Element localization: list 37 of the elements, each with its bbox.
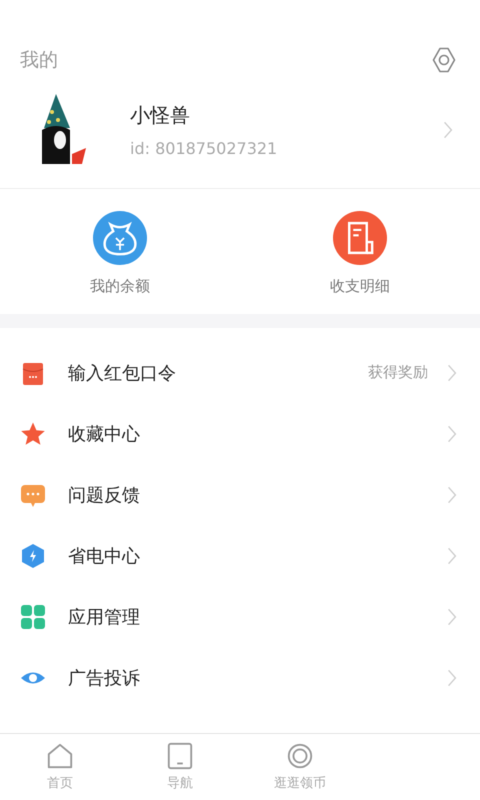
four-squares-icon [20, 604, 46, 630]
tablet-icon [166, 742, 194, 770]
user-id: id: 801875027321 [130, 139, 278, 158]
menu-item[interactable]: 问题反馈 [0, 464, 480, 525]
money-bag-icon[interactable] [93, 211, 147, 265]
action-label[interactable]: 我的余额 [90, 277, 150, 296]
menu-label: 省电中心 [68, 544, 141, 568]
chevron-right-icon [446, 484, 458, 504]
chevron-right-icon [446, 606, 458, 626]
menu-item[interactable]: 广告投诉 [0, 647, 480, 708]
chevron-right-icon [446, 362, 458, 382]
star-icon [20, 420, 46, 446]
settings-icon[interactable] [430, 46, 458, 74]
tab-label: 首页 [47, 775, 73, 792]
chevron-right-icon [446, 668, 458, 688]
chevron-right-icon [446, 424, 458, 444]
action-label[interactable]: 收支明细 [330, 277, 390, 296]
tab-label: 导航 [167, 775, 193, 792]
menu-label: 广告投诉 [68, 666, 141, 690]
user-name: 小怪兽 [130, 102, 191, 129]
menu-item[interactable]: 输入红包口令 获得奖励 [0, 342, 480, 403]
chevron-right-icon [446, 546, 458, 566]
menu-item[interactable]: 省电中心 [0, 525, 480, 586]
chevron-right-icon [442, 120, 454, 140]
menu-item[interactable]: 收藏中心 [0, 403, 480, 464]
menu-item[interactable]: 应用管理 [0, 586, 480, 647]
menu-label: 收藏中心 [68, 422, 141, 446]
menu-label: 输入红包口令 [68, 362, 177, 384]
menu-hint: 获得奖励 [368, 363, 428, 382]
document-icon[interactable] [333, 211, 387, 265]
home-icon [46, 742, 74, 770]
menu-label: 问题反馈 [68, 484, 141, 506]
lightning-hexagon-icon [20, 542, 46, 568]
tab-label: 逛逛领币 [274, 775, 326, 792]
page-title: 我的 [20, 48, 58, 73]
menu-label: 应用管理 [68, 606, 141, 628]
eye-circle-icon [286, 742, 314, 770]
